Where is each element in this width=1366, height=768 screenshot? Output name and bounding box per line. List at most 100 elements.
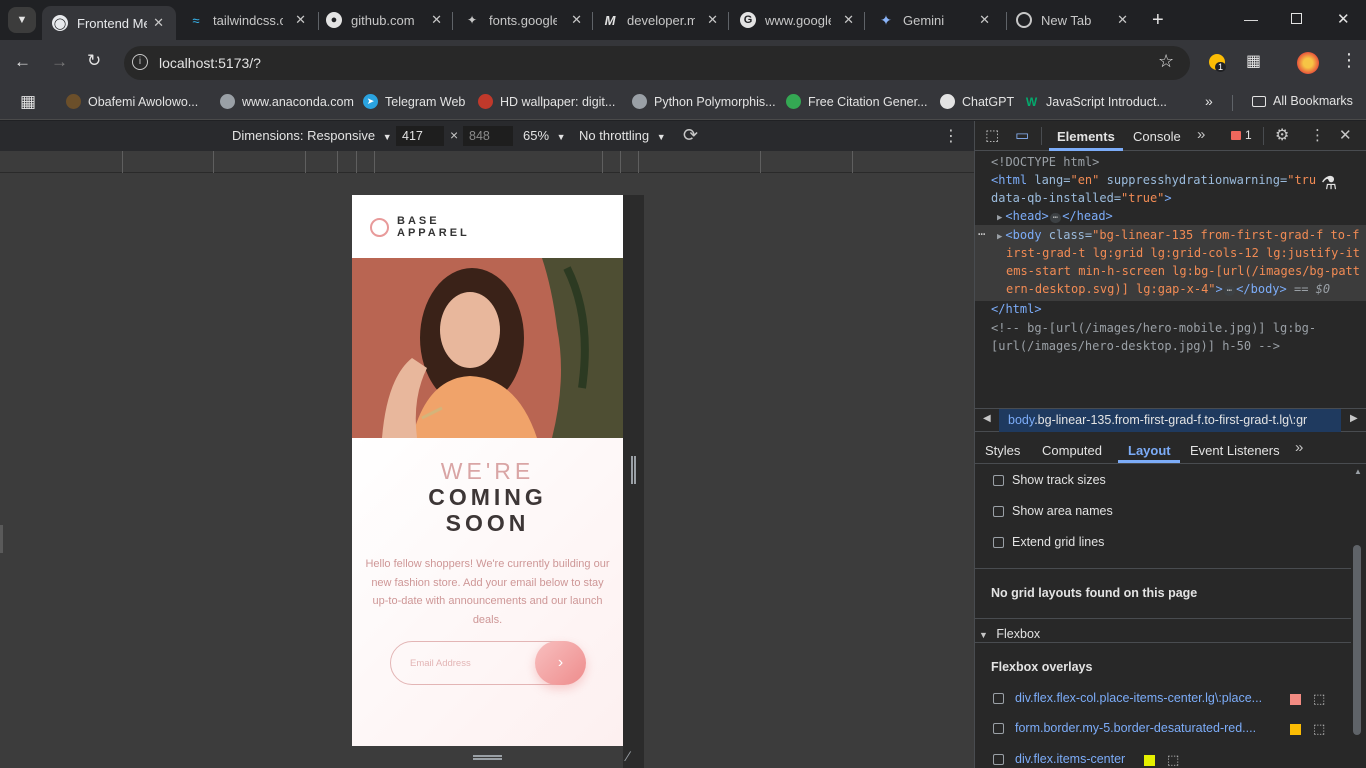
address-bar[interactable]: i localhost:5173/? ☆ bbox=[124, 46, 1190, 80]
tab-gemini[interactable]: ✦ Gemini ✕ bbox=[878, 6, 998, 34]
expand-triangle-icon[interactable]: ▶ bbox=[997, 213, 1002, 223]
bookmark-javascript-intro[interactable]: W JavaScript Introduct... bbox=[1024, 94, 1167, 109]
dom-html-open[interactable]: <html lang="en" suppresshydrationwarning… bbox=[991, 173, 1316, 187]
browser-menu-icon[interactable]: ⋮ bbox=[1340, 50, 1358, 71]
tab-frontend-mentor[interactable]: ◯ Frontend Me ✕ bbox=[42, 6, 176, 40]
extensions-puzzle-icon[interactable]: ▦ bbox=[1246, 51, 1261, 71]
new-tab-icon[interactable]: + bbox=[1152, 9, 1164, 32]
flex-overlay-row[interactable]: form.border.my-5.border-desaturated-red.… bbox=[991, 721, 1351, 739]
flex-overlay-label[interactable]: form.border.my-5.border-desaturated-red.… bbox=[1015, 721, 1273, 735]
zoom-dropdown[interactable]: 65% ▼ bbox=[523, 128, 566, 143]
corner-resize-icon[interactable]: ∕ bbox=[627, 748, 629, 764]
more-subtabs-icon[interactable]: » bbox=[1295, 439, 1303, 456]
profile-avatar[interactable] bbox=[1297, 52, 1319, 74]
flex-overlay-checkbox[interactable] bbox=[993, 723, 1004, 734]
tab-console[interactable]: Console bbox=[1133, 129, 1181, 144]
reveal-node-icon[interactable]: ⬚ bbox=[1313, 691, 1325, 707]
flex-overlay-checkbox[interactable] bbox=[993, 693, 1004, 704]
breadcrumb-right-icon[interactable]: ▶ bbox=[1350, 413, 1358, 424]
tab-search-button[interactable]: ▼ bbox=[8, 7, 36, 33]
settings-gear-icon[interactable]: ⚙ bbox=[1275, 125, 1289, 145]
overlay-color-swatch[interactable] bbox=[1290, 694, 1301, 705]
dimensions-dropdown[interactable]: Dimensions: Responsive ▼ bbox=[232, 128, 392, 143]
email-input[interactable]: Email Address bbox=[410, 658, 471, 669]
scroll-up-icon[interactable]: ▲ bbox=[1354, 467, 1362, 476]
close-icon[interactable]: ✕ bbox=[707, 12, 718, 28]
flex-overlay-label[interactable]: div.flex.items-center bbox=[1015, 752, 1125, 766]
subtab-computed[interactable]: Computed bbox=[1042, 443, 1102, 458]
reload-icon[interactable]: ↻ bbox=[87, 51, 101, 71]
extend-lines-checkbox[interactable] bbox=[993, 537, 1004, 548]
close-icon[interactable]: ✕ bbox=[843, 12, 854, 28]
bookmark-chatgpt[interactable]: ChatGPT bbox=[940, 94, 1014, 109]
device-more-options-icon[interactable]: ⋮ bbox=[943, 126, 959, 146]
throttling-dropdown[interactable]: No throttling ▼ bbox=[579, 128, 666, 143]
more-tabs-icon[interactable]: » bbox=[1197, 126, 1205, 143]
media-query-ruler[interactable] bbox=[0, 151, 974, 173]
tab-github[interactable]: ● github.com ✕ bbox=[326, 6, 448, 34]
close-icon[interactable]: ✕ bbox=[571, 12, 582, 28]
all-bookmarks-folder[interactable]: All Bookmarks bbox=[1252, 94, 1353, 108]
flex-overlay-row[interactable]: div.flex.flex-col.place-items-center.lg\… bbox=[991, 691, 1351, 709]
close-icon[interactable]: ✕ bbox=[979, 12, 990, 28]
subtab-styles[interactable]: Styles bbox=[985, 443, 1020, 458]
dom-html-close[interactable]: </html> bbox=[991, 302, 1042, 316]
close-icon[interactable]: ✕ bbox=[153, 15, 164, 31]
expand-triangle-icon[interactable]: ▶ bbox=[997, 232, 1002, 242]
submit-arrow-button[interactable]: › bbox=[535, 641, 586, 685]
more-bookmarks-icon[interactable]: » bbox=[1205, 93, 1213, 109]
dom-head[interactable]: ▶ <head> ⋯ </head> bbox=[997, 209, 1113, 223]
issues-counter[interactable]: 1 bbox=[1231, 128, 1252, 142]
reveal-node-icon[interactable]: ⬚ bbox=[1313, 721, 1325, 737]
bottom-resize-handle[interactable] bbox=[473, 755, 502, 760]
close-icon[interactable]: ✕ bbox=[431, 12, 442, 28]
brand-logo[interactable]: BASE APPAREL bbox=[370, 215, 470, 239]
url-text[interactable]: localhost:5173/? bbox=[159, 55, 261, 71]
subtab-event-listeners[interactable]: Event Listeners bbox=[1190, 443, 1280, 458]
flex-overlay-row[interactable]: div.flex.items-center ⬚ bbox=[991, 752, 1351, 768]
device-toggle-icon[interactable]: ▭ bbox=[1015, 126, 1029, 144]
bookmark-hd-wallpaper[interactable]: HD wallpaper: digit... bbox=[478, 94, 615, 109]
tab-tailwindcss[interactable]: ≈ tailwindcss.c ✕ bbox=[188, 6, 314, 34]
minimize-icon[interactable]: — bbox=[1244, 11, 1258, 27]
inspect-element-icon[interactable]: ⬚ bbox=[985, 126, 999, 144]
flexbox-section-header[interactable]: ▼ Flexbox bbox=[979, 625, 1040, 643]
back-icon[interactable]: ← bbox=[14, 52, 31, 72]
forward-icon[interactable]: → bbox=[51, 52, 68, 72]
devtools-menu-icon[interactable]: ⋮ bbox=[1310, 126, 1325, 144]
bookmark-oau[interactable]: Obafemi Awolowo... bbox=[66, 94, 198, 109]
bookmark-star-icon[interactable]: ☆ bbox=[1158, 51, 1174, 72]
flex-overlay-checkbox[interactable] bbox=[993, 754, 1004, 765]
node-actions-icon[interactable]: ⋯ bbox=[978, 227, 985, 241]
subtab-layout[interactable]: Layout bbox=[1128, 443, 1171, 458]
reveal-node-icon[interactable]: ⬚ bbox=[1167, 752, 1179, 768]
viewport-width-input[interactable]: 417 bbox=[396, 126, 444, 146]
tab-fonts-google[interactable]: ✦ fonts.google ✕ bbox=[464, 6, 588, 34]
tab-google[interactable]: G www.google ✕ bbox=[740, 6, 858, 34]
bookmark-anaconda[interactable]: www.anaconda.com bbox=[220, 94, 354, 109]
viewport-height-input[interactable]: 848 bbox=[463, 126, 513, 146]
layout-scrollbar[interactable] bbox=[1353, 545, 1361, 735]
breadcrumb-left-icon[interactable]: ◀ bbox=[983, 413, 991, 424]
overlay-color-swatch[interactable] bbox=[1290, 724, 1301, 735]
window-close-icon[interactable]: ✕ bbox=[1337, 10, 1350, 28]
rotate-icon[interactable]: ⟳ bbox=[683, 125, 698, 146]
site-info-icon[interactable]: i bbox=[132, 54, 148, 70]
accessibility-icon[interactable]: ⚗ bbox=[1321, 173, 1337, 194]
breadcrumb-selected[interactable]: body.bg-linear-135.from-first-grad-f.to-… bbox=[999, 409, 1341, 432]
dom-comment-line-1[interactable]: <!-- bg-[url(/images/hero-mobile.jpg)] l… bbox=[991, 321, 1316, 335]
apps-grid-icon[interactable]: ▦ bbox=[20, 92, 36, 112]
ellipsis-icon[interactable]: ⋯ bbox=[1049, 213, 1062, 223]
close-icon[interactable]: ✕ bbox=[1117, 12, 1128, 28]
extension-badge-icon[interactable]: 1 bbox=[1209, 54, 1227, 72]
track-sizes-checkbox[interactable] bbox=[993, 475, 1004, 486]
restore-icon[interactable] bbox=[1291, 13, 1302, 24]
bookmark-python-polymorphism[interactable]: Python Polymorphis... bbox=[632, 94, 776, 109]
tab-elements[interactable]: Elements bbox=[1057, 129, 1115, 144]
dom-doctype[interactable]: <!DOCTYPE html> bbox=[991, 155, 1099, 169]
ellipsis-icon[interactable]: ⋯ bbox=[1223, 286, 1236, 296]
right-resize-handle[interactable] bbox=[631, 456, 636, 484]
devtools-close-icon[interactable]: ✕ bbox=[1339, 126, 1352, 144]
overlay-color-swatch[interactable] bbox=[1144, 755, 1155, 766]
close-icon[interactable]: ✕ bbox=[295, 12, 306, 28]
